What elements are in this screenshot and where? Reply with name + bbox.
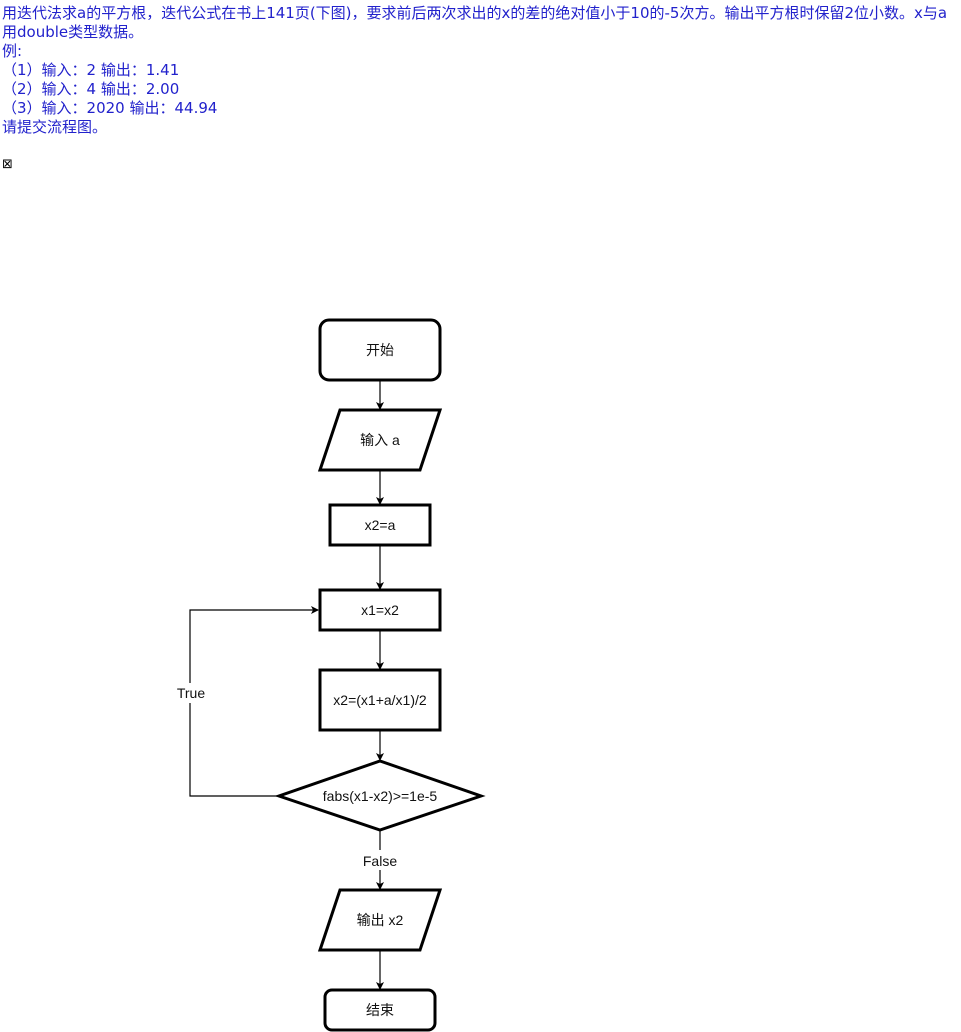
flowchart: True False 开始 输入 a x2=a x1=x2 x2=(x1+a/x… <box>172 318 486 1032</box>
init-node: x2=a <box>328 503 432 547</box>
iterate-node: x2=(x1+a/x1)/2 <box>318 668 442 732</box>
iterate-node-label: x2=(x1+a/x1)/2 <box>333 692 427 708</box>
assign-node: x1=x2 <box>318 588 442 632</box>
true-label: True <box>177 685 205 701</box>
start-node: 开始 <box>318 318 442 382</box>
condition-node: fabs(x1-x2)>=1e-5 <box>274 759 486 832</box>
start-node-label: 开始 <box>366 342 394 358</box>
condition-node-label: fabs(x1-x2)>=1e-5 <box>323 788 438 804</box>
input-node: 输入 a <box>317 408 443 472</box>
output-node: 输出 x2 <box>317 888 443 952</box>
end-node-label: 结束 <box>366 1002 394 1018</box>
assign-node-label: x1=x2 <box>361 602 399 618</box>
false-label: False <box>363 853 397 869</box>
init-node-label: x2=a <box>365 517 396 533</box>
end-node: 结束 <box>323 988 437 1032</box>
output-node-label: 输出 x2 <box>357 912 404 928</box>
input-node-label: 输入 a <box>360 432 400 448</box>
